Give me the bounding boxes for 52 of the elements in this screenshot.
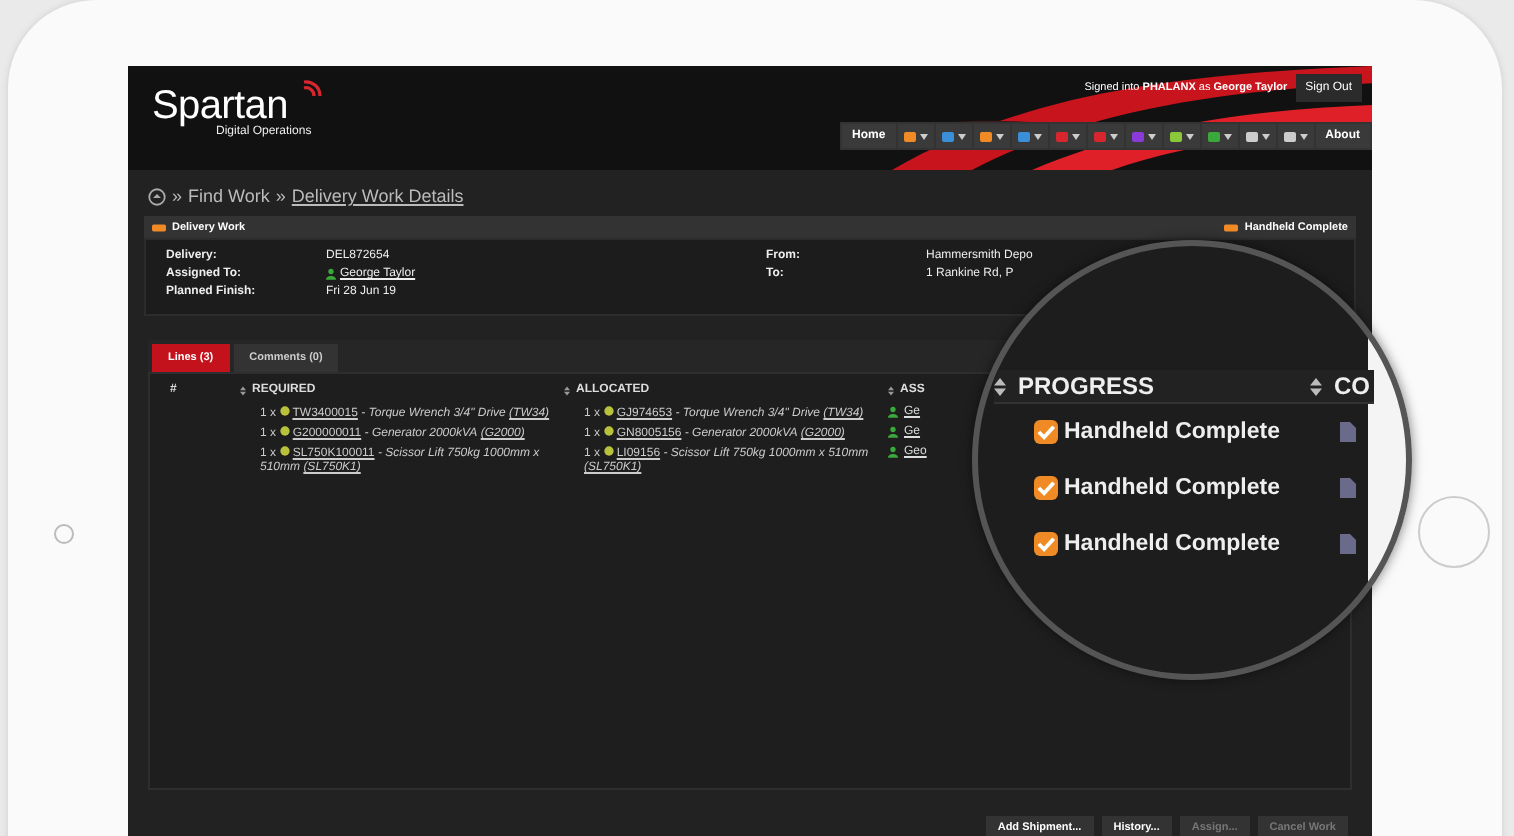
checkbox[interactable] xyxy=(1034,476,1058,500)
person-icon xyxy=(888,406,898,418)
menu-dropdown[interactable] xyxy=(935,124,972,148)
breadcrumb-link[interactable]: Find Work xyxy=(188,186,270,206)
sort-icon[interactable] xyxy=(564,386,570,396)
menu-dropdown[interactable] xyxy=(1163,124,1200,148)
menu-icon[interactable] xyxy=(1169,129,1194,143)
menu-icon[interactable] xyxy=(1283,129,1308,143)
menu-icon[interactable] xyxy=(1093,129,1118,143)
column-header: PROGRESS xyxy=(1018,372,1157,400)
menu-icon[interactable] xyxy=(1131,129,1156,143)
progress-status: Handheld Complete xyxy=(1064,420,1282,444)
menu-icon[interactable] xyxy=(979,129,1004,143)
progress-status: Handheld Complete xyxy=(1064,532,1282,556)
breadcrumb-separator: » xyxy=(172,186,183,206)
menu-dropdown[interactable] xyxy=(1239,124,1276,148)
person-icon xyxy=(888,426,898,438)
status-icon xyxy=(1224,223,1239,231)
document-icon[interactable] xyxy=(1340,478,1356,498)
sort-icon[interactable] xyxy=(240,386,246,396)
person-icon xyxy=(888,446,898,458)
column-header: CO xyxy=(1334,372,1370,400)
progress-status: Handheld Complete xyxy=(1064,476,1282,500)
menu-dropdown[interactable] xyxy=(973,124,1010,148)
menu-icon[interactable] xyxy=(1245,129,1270,143)
menu-dropdown[interactable] xyxy=(897,124,934,148)
menu-dropdown[interactable] xyxy=(1201,124,1238,148)
breadcrumb-current[interactable]: Delivery Work Details xyxy=(291,186,464,206)
menu-dropdown[interactable] xyxy=(1049,124,1086,148)
menu-icon[interactable] xyxy=(1207,129,1232,143)
checkbox[interactable] xyxy=(1034,420,1058,444)
home-button-icon xyxy=(1418,496,1490,568)
menu-icon[interactable] xyxy=(1055,129,1080,143)
home-circle-icon xyxy=(148,187,166,205)
sort-icon[interactable] xyxy=(1310,377,1322,395)
menu-dropdown[interactable] xyxy=(1011,124,1048,148)
menu-icon[interactable] xyxy=(941,129,966,143)
sort-icon[interactable] xyxy=(994,377,1006,395)
menu-icon[interactable] xyxy=(903,129,928,143)
menu-dropdown[interactable] xyxy=(1125,124,1162,148)
camera-icon xyxy=(54,524,74,544)
menu-dropdown[interactable] xyxy=(1277,124,1314,148)
document-icon[interactable] xyxy=(1340,534,1356,554)
sort-icon[interactable] xyxy=(888,386,894,396)
document-icon[interactable] xyxy=(1340,422,1356,442)
checkbox[interactable] xyxy=(1034,532,1058,556)
person-icon xyxy=(326,268,336,280)
logo-wordmark: Spartan xyxy=(152,86,288,126)
menu-icon[interactable] xyxy=(1017,129,1042,143)
breadcrumb-separator: » xyxy=(275,186,286,206)
menu-dropdown[interactable] xyxy=(1087,124,1124,148)
signal-arcs-icon xyxy=(300,78,324,102)
